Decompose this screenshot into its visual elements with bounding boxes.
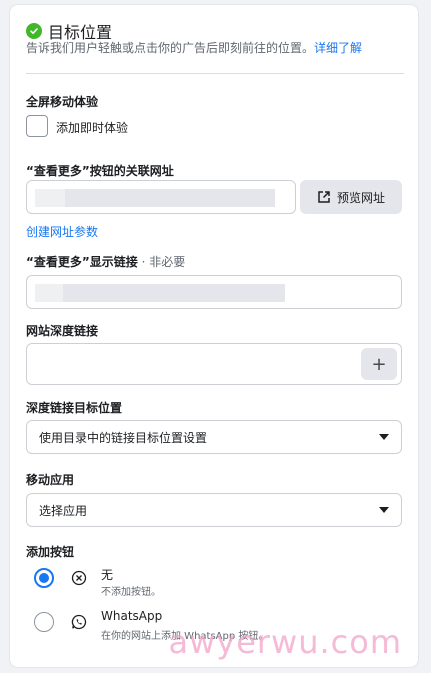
divider <box>26 73 404 74</box>
caret-down-icon <box>379 507 389 513</box>
preview-url-label: 预览网址 <box>336 190 385 205</box>
option-whatsapp-title: WhatsApp <box>101 609 163 623</box>
deep-link-target-value: 使用目录中的链接目标位置设置 <box>39 430 208 445</box>
create-url-params-link[interactable]: 创建网址参数 <box>26 223 98 240</box>
display-link-input[interactable] <box>26 275 402 309</box>
deep-link-target-select[interactable]: 使用目录中的链接目标位置设置 <box>26 420 402 454</box>
mobile-app-label: 移动应用 <box>26 473 75 487</box>
circle-x-icon <box>71 570 87 586</box>
destination-card: 目标位置 告诉我们用户轻触或点击你的广告后即刻前往的位置。详细了解 全屏移动体验… <box>10 5 418 667</box>
deep-link-label: 网站深度链接 <box>26 324 99 338</box>
display-link-label: “查看更多”显示链接 · 非必要 <box>26 253 185 270</box>
section-description: 告诉我们用户轻触或点击你的广告后即刻前往的位置。详细了解 <box>26 39 362 56</box>
watermark-text: awyerwu.com <box>168 623 402 661</box>
optional-tag: · 非必要 <box>137 255 186 269</box>
description-text: 告诉我们用户轻触或点击你的广告后即刻前往的位置。 <box>26 41 315 55</box>
add-deep-link-button[interactable]: + <box>361 348 397 380</box>
instant-experience-checkbox[interactable] <box>26 115 48 137</box>
option-none-title: 无 <box>101 568 114 582</box>
radio-none[interactable] <box>34 568 54 588</box>
display-link-label-text: “查看更多”显示链接 <box>26 255 138 269</box>
whatsapp-icon <box>71 614 87 630</box>
learn-more-link[interactable]: 详细了解 <box>314 41 362 55</box>
mobile-app-select[interactable]: 选择应用 <box>26 493 402 527</box>
see-more-url-input[interactable] <box>26 180 296 214</box>
plus-icon: + <box>371 353 387 375</box>
option-none-description: 不添加按钮。 <box>101 587 161 598</box>
mobile-app-value: 选择应用 <box>39 503 88 518</box>
see-more-url-label: “查看更多”按钮的关联网址 <box>26 164 174 178</box>
deep-link-input[interactable]: + <box>26 343 402 385</box>
check-circle-icon <box>26 23 42 39</box>
add-button-label: 添加按钮 <box>26 545 75 559</box>
radio-whatsapp[interactable] <box>34 612 54 632</box>
deep-link-target-label: 深度链接目标位置 <box>26 401 123 415</box>
preview-url-button[interactable]: 预览网址 <box>300 180 402 214</box>
caret-down-icon <box>379 434 389 440</box>
fullscreen-label: 全屏移动体验 <box>26 95 99 109</box>
instant-experience-label: 添加即时体验 <box>56 121 129 135</box>
external-link-icon <box>318 191 330 203</box>
